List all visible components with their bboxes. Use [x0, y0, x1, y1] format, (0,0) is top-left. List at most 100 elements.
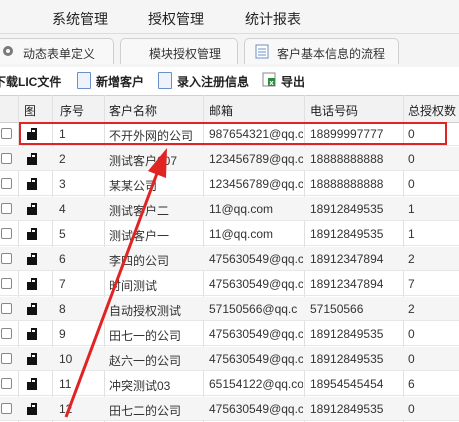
customer-name-cell: 田七二的公司 [109, 404, 182, 418]
email-cell: 57150566@qq.c [209, 302, 298, 316]
col-header-customer-name[interactable]: 客户名称 [109, 102, 157, 119]
row-index: 12 [59, 402, 73, 416]
email-cell: 475630549@qq.c [209, 277, 303, 291]
row-index: 6 [59, 252, 66, 266]
tab-label: 客户基本信息的流程 [277, 47, 386, 61]
download-lic-button[interactable]: 下载LIC文件 [0, 73, 61, 90]
highlight-box [19, 122, 447, 145]
row-checkbox[interactable] [1, 378, 12, 389]
table-row[interactable]: 3 某某公司 123456789@qq.c 18888888888 0 [0, 172, 459, 196]
menu-system-management[interactable]: 系统管理 [52, 9, 108, 29]
tab-label: 模块授权管理 [149, 47, 222, 61]
row-checkbox[interactable] [1, 203, 12, 214]
col-header-total-licenses[interactable]: 总授权数 [408, 102, 456, 119]
row-checkbox[interactable] [1, 303, 12, 314]
row-checkbox[interactable] [1, 228, 12, 239]
email-cell: 475630549@qq.c [209, 252, 303, 266]
table-row[interactable]: 11 冲突测试03 65154122@qq.co 18954545454 6 [0, 372, 459, 396]
row-checkbox[interactable] [1, 403, 12, 414]
row-checkbox[interactable] [1, 178, 12, 189]
row-index: 10 [59, 352, 73, 366]
total-licenses-cell: 7 [408, 277, 415, 291]
table-row[interactable]: 8 自动授权测试 57150566@qq.c 57150566 2 [0, 297, 459, 321]
email-cell: 65154122@qq.co [209, 377, 303, 391]
col-header-phone[interactable]: 电话号码 [310, 102, 358, 119]
top-menu-bar: 系统管理 授权管理 统计报表 [0, 0, 459, 34]
col-header-index[interactable]: 序号 [60, 102, 84, 119]
row-checkbox[interactable] [1, 353, 12, 364]
email-cell: 475630549@qq.c [209, 402, 303, 416]
customer-name-cell: 时间测试 [109, 279, 158, 293]
tab-label: 动态表单定义 [23, 47, 96, 61]
menu-statistics-report[interactable]: 统计报表 [245, 9, 301, 29]
tab-module-license[interactable]: 模块授权管理 [120, 38, 238, 64]
tab-dynamic-form[interactable]: 动态表单定义 [0, 38, 114, 64]
customer-flow-icon[interactable] [26, 252, 40, 266]
email-cell: 11@qq.com [209, 202, 273, 216]
document-icon [255, 44, 269, 59]
phone-cell: 18912849535 [310, 202, 384, 216]
email-cell: 475630549@qq.c [209, 327, 303, 341]
customer-flow-icon[interactable] [26, 202, 40, 216]
table-row[interactable]: 2 测试客户007 123456789@qq.c 18888888888 0 [0, 147, 459, 171]
row-index: 7 [59, 277, 66, 291]
phone-cell: 18888888888 [310, 177, 384, 191]
row-index: 5 [59, 227, 66, 241]
email-cell: 11@qq.com [209, 227, 273, 241]
customer-flow-icon[interactable] [26, 277, 40, 291]
table-row[interactable]: 5 测试客户一 11@qq.com 18912849535 1 [0, 222, 459, 246]
toolbar: 下载LIC文件 新增客户 录入注册信息 x 导出 [0, 67, 459, 94]
customer-flow-icon[interactable] [26, 327, 40, 341]
email-cell: 475630549@qq.c [209, 352, 303, 366]
col-header-email[interactable]: 邮箱 [209, 102, 233, 119]
email-cell: 123456789@qq.c [209, 177, 303, 191]
table-row[interactable]: 4 测试客户二 11@qq.com 18912849535 1 [0, 197, 459, 221]
total-licenses-cell: 0 [408, 177, 415, 191]
tab-bar: 动态表单定义 模块授权管理 客户基本信息的流程 [0, 34, 459, 68]
customer-name-cell: 李四的公司 [109, 254, 170, 268]
row-index: 3 [59, 177, 66, 191]
customer-name-cell: 测试客户二 [109, 204, 170, 218]
customer-flow-icon[interactable] [26, 177, 40, 191]
total-licenses-cell: 2 [408, 252, 415, 266]
row-index: 9 [59, 327, 66, 341]
row-checkbox[interactable] [1, 278, 12, 289]
phone-cell: 18954545454 [310, 377, 384, 391]
customer-flow-icon[interactable] [26, 227, 40, 241]
customer-flow-icon[interactable] [26, 152, 40, 166]
row-checkbox[interactable] [1, 328, 12, 339]
grid-header: 图 序号 客户名称 邮箱 电话号码 总授权数 [0, 95, 459, 123]
table-row[interactable]: 6 李四的公司 475630549@qq.c 18912347894 2 [0, 247, 459, 271]
customer-name-cell: 赵六一的公司 [109, 354, 182, 368]
table-row[interactable]: 9 田七一的公司 475630549@qq.c 18912849535 0 [0, 322, 459, 346]
phone-cell: 18912849535 [310, 227, 384, 241]
table-row[interactable]: 7 时间测试 475630549@qq.c 18912347894 7 [0, 272, 459, 296]
tab-customer-flow[interactable]: 客户基本信息的流程 [244, 38, 399, 64]
customer-flow-icon[interactable] [26, 302, 40, 316]
phone-cell: 57150566 [310, 302, 364, 316]
table-row[interactable]: 10 赵六一的公司 475630549@qq.c 18912849535 0 [0, 347, 459, 371]
row-index: 8 [59, 302, 66, 316]
table-row[interactable]: 12 田七二的公司 475630549@qq.c 18912849535 0 [0, 397, 459, 421]
customer-flow-icon[interactable] [26, 352, 40, 366]
row-checkbox[interactable] [1, 153, 12, 164]
total-licenses-cell: 1 [408, 202, 415, 216]
customer-name-cell: 测试客户007 [109, 154, 178, 168]
total-licenses-cell: 1 [408, 227, 415, 241]
row-checkbox[interactable] [1, 253, 12, 264]
excel-export-icon: x [262, 72, 276, 87]
total-licenses-cell: 6 [408, 377, 415, 391]
total-licenses-cell: 0 [408, 402, 415, 416]
customer-flow-icon[interactable] [26, 402, 40, 416]
customer-flow-icon[interactable] [26, 377, 40, 391]
svg-text:x: x [269, 79, 274, 87]
customer-name-cell: 冲突测试03 [109, 379, 171, 393]
row-checkbox[interactable] [1, 128, 12, 139]
menu-license-management[interactable]: 授权管理 [148, 9, 204, 29]
customer-name-cell: 测试客户一 [109, 229, 170, 243]
phone-cell: 18912347894 [310, 277, 384, 291]
new-document-icon [77, 72, 91, 89]
customer-name-cell: 自动授权测试 [109, 304, 182, 318]
col-header-icon[interactable]: 图 [24, 102, 36, 119]
phone-cell: 18912849535 [310, 352, 384, 366]
